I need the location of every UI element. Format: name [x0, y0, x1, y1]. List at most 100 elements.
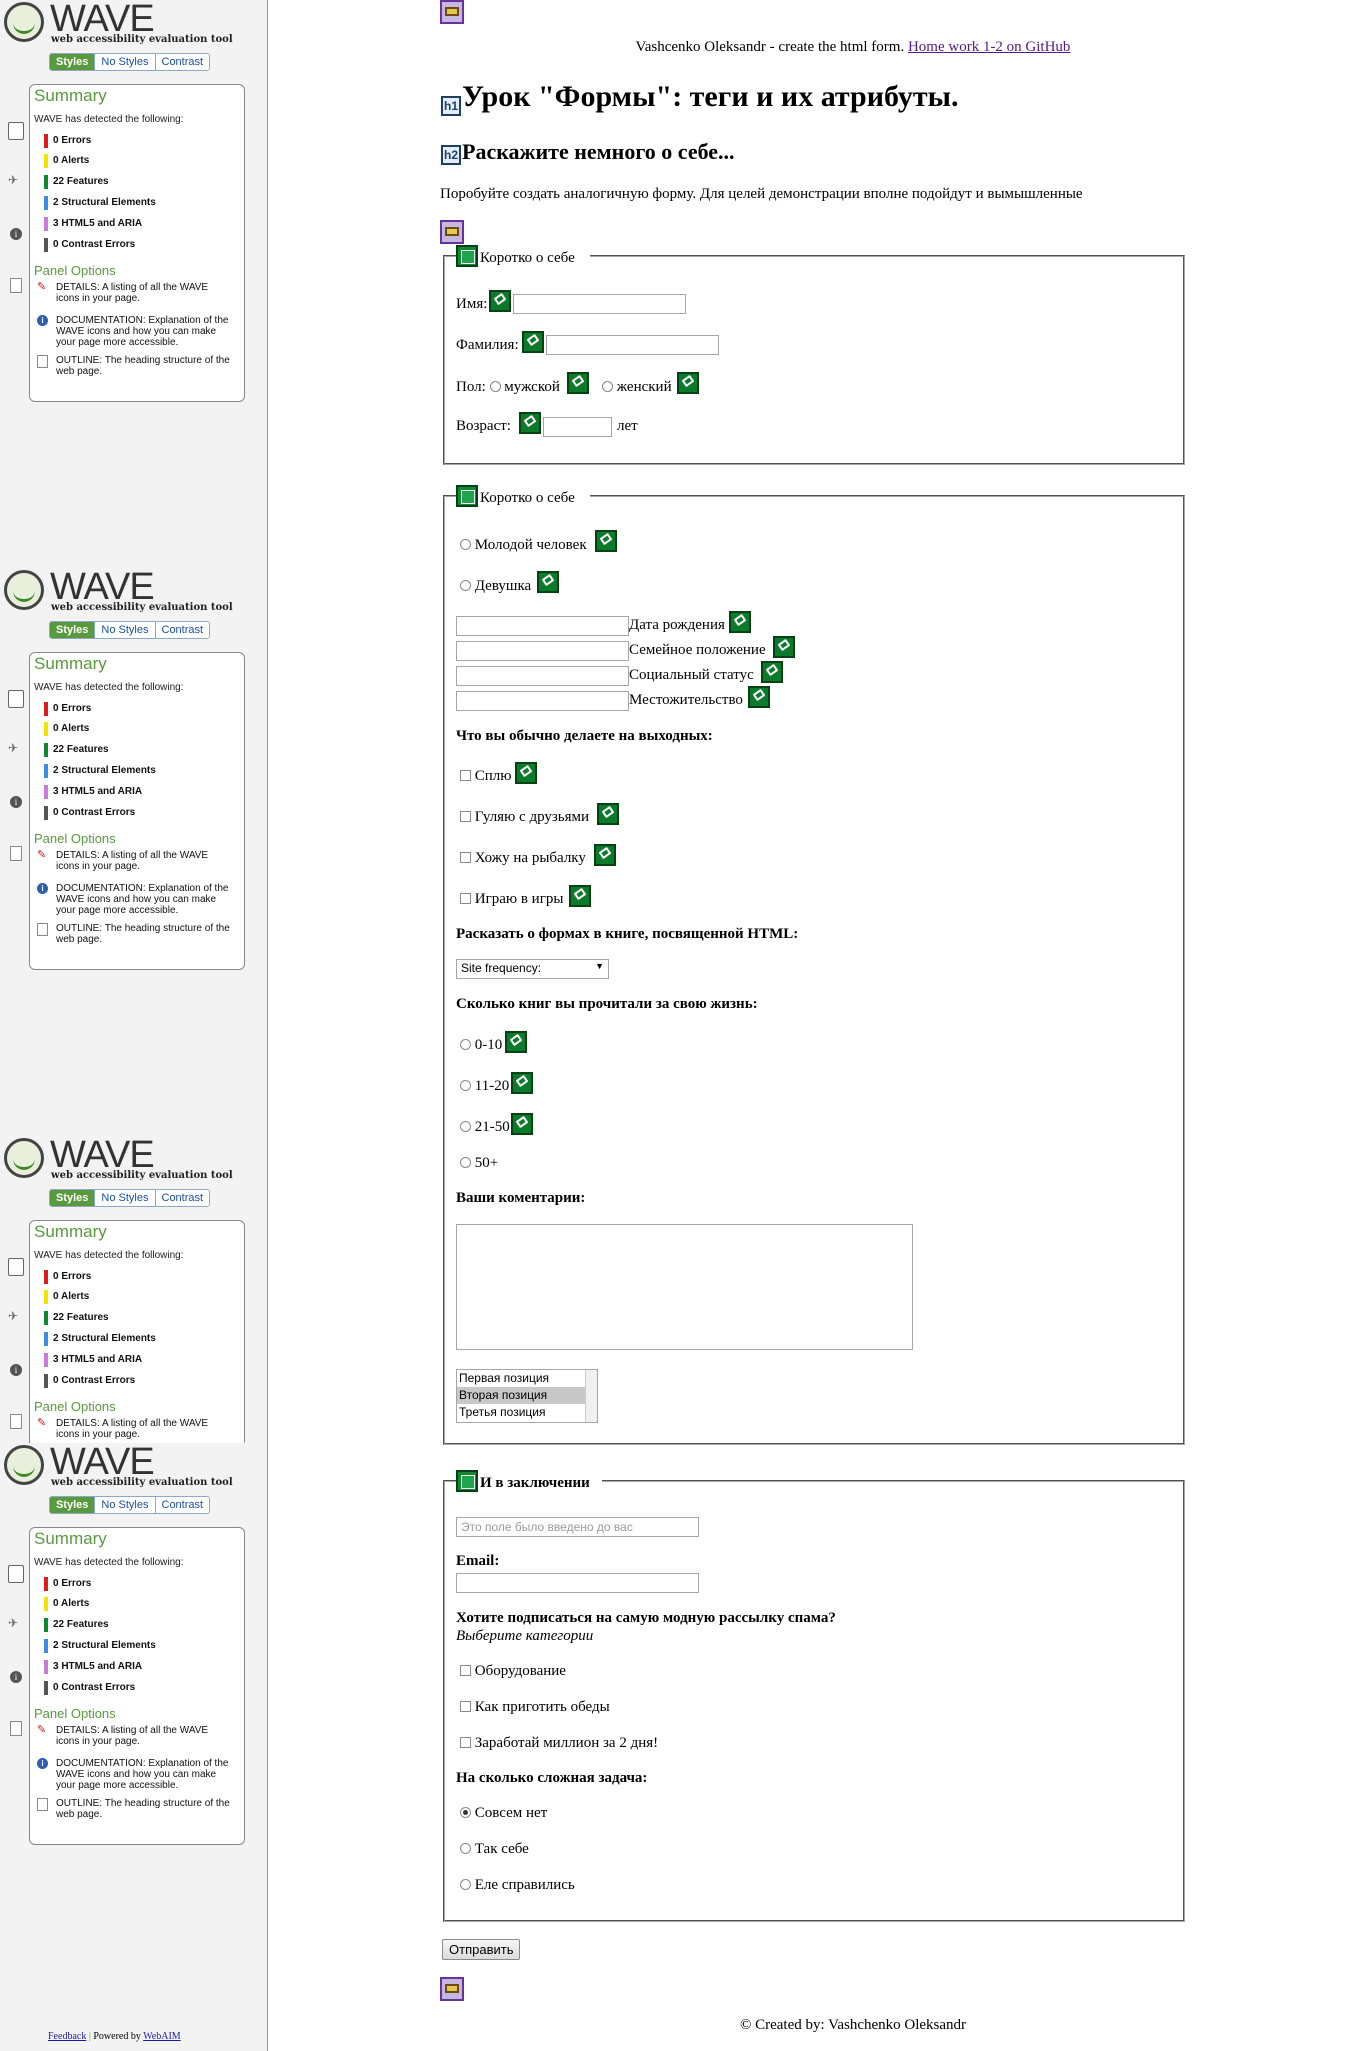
count-item[interactable]: 22 Features: [44, 1618, 109, 1632]
count-item[interactable]: 0 Alerts: [44, 722, 89, 736]
panel-option[interactable]: ✎ DETAILS: A listing of all the WAVE icon…: [34, 1725, 234, 1748]
count-item[interactable]: 0 Contrast Errors: [44, 238, 135, 252]
submit-button[interactable]: Отправить: [442, 1939, 521, 1960]
difficulty-radio[interactable]: [460, 1879, 471, 1890]
scrollbar[interactable]: [585, 1370, 597, 1422]
info-icon[interactable]: i: [10, 796, 22, 808]
count-item[interactable]: 2 Structural Elements: [44, 196, 156, 210]
difficulty-radio[interactable]: [460, 1843, 471, 1854]
male-radio[interactable]: [489, 381, 501, 392]
outline-icon[interactable]: [10, 1414, 22, 1429]
wave-form-icon[interactable]: [440, 220, 464, 244]
label-icon[interactable]: [537, 571, 559, 593]
tab-contrast[interactable]: Contrast: [154, 1190, 210, 1206]
tab-styles[interactable]: Styles: [50, 54, 95, 70]
residence-input[interactable]: [456, 691, 629, 711]
outline-icon[interactable]: [10, 1721, 22, 1736]
webaim-link[interactable]: WebAIM: [143, 2031, 181, 2042]
info-icon[interactable]: i: [10, 1671, 22, 1683]
github-link[interactable]: Home work 1-2 on GitHub: [908, 39, 1070, 55]
count-item[interactable]: 0 Alerts: [44, 154, 89, 168]
count-item[interactable]: 0 Contrast Errors: [44, 1374, 135, 1388]
label-icon[interactable]: [489, 290, 511, 312]
count-item[interactable]: 0 Contrast Errors: [44, 1681, 135, 1695]
tab-styles[interactable]: Styles: [50, 1190, 95, 1206]
count-item[interactable]: 2 Structural Elements: [44, 1332, 156, 1346]
label-icon[interactable]: [519, 412, 541, 434]
outline-icon[interactable]: [10, 278, 22, 293]
comments-textarea[interactable]: [456, 1224, 913, 1350]
panel-option[interactable]: i DOCUMENTATION: Explanation of the WAVE …: [34, 883, 234, 916]
weekend-checkbox[interactable]: [460, 893, 471, 904]
marital-input[interactable]: [456, 641, 629, 661]
panel-option[interactable]: i DOCUMENTATION: Explanation of the WAVE …: [34, 1758, 234, 1791]
books-radio[interactable]: [460, 1080, 471, 1091]
girl-radio[interactable]: [460, 580, 471, 591]
count-item[interactable]: 22 Features: [44, 743, 109, 757]
summary-icon[interactable]: [8, 122, 24, 140]
label-icon[interactable]: [511, 1072, 533, 1094]
summary-icon[interactable]: [8, 1258, 24, 1276]
tab-no-styles[interactable]: No Styles: [94, 1497, 155, 1513]
list-item[interactable]: Первая позиция: [457, 1370, 597, 1387]
count-item[interactable]: 0 Errors: [44, 1270, 91, 1284]
name-input[interactable]: [513, 294, 686, 314]
panel-option[interactable]: ✎ DETAILS: A listing of all the WAVE icon…: [34, 850, 234, 873]
tab-styles[interactable]: Styles: [50, 622, 95, 638]
h2-icon[interactable]: h2: [441, 145, 461, 165]
info-icon[interactable]: i: [10, 228, 22, 240]
flag-icon[interactable]: ✈: [8, 741, 22, 756]
label-icon[interactable]: [729, 611, 751, 633]
h1-icon[interactable]: h1: [441, 96, 461, 116]
summary-icon[interactable]: [8, 690, 24, 708]
surname-input[interactable]: [546, 335, 719, 355]
outline-icon[interactable]: [10, 846, 22, 861]
label-icon[interactable]: [761, 661, 783, 683]
count-item[interactable]: 22 Features: [44, 1311, 109, 1325]
tab-contrast[interactable]: Contrast: [154, 54, 210, 70]
wave-element-icon[interactable]: [440, 0, 464, 24]
list-item[interactable]: Третья позиция: [457, 1404, 597, 1421]
count-item[interactable]: 0 Errors: [44, 702, 91, 716]
panel-option[interactable]: OUTLINE: The heading structure of the we…: [34, 1798, 234, 1820]
label-icon[interactable]: [511, 1113, 533, 1135]
panel-option[interactable]: OUTLINE: The heading structure of the we…: [34, 355, 234, 377]
tab-no-styles[interactable]: No Styles: [94, 622, 155, 638]
flag-icon[interactable]: ✈: [8, 1309, 22, 1324]
frequency-select[interactable]: Site frequency: ▼: [456, 959, 609, 979]
feedback-link[interactable]: Feedback: [48, 2031, 86, 2042]
panel-option[interactable]: i DOCUMENTATION: Explanation of the WAVE …: [34, 315, 234, 348]
label-icon[interactable]: [567, 372, 589, 394]
weekend-checkbox[interactable]: [460, 811, 471, 822]
tab-no-styles[interactable]: No Styles: [94, 54, 155, 70]
female-radio[interactable]: [602, 381, 613, 392]
tab-styles[interactable]: Styles: [50, 1497, 95, 1513]
count-item[interactable]: 2 Structural Elements: [44, 764, 156, 778]
weekend-checkbox[interactable]: [460, 770, 471, 781]
category-checkbox[interactable]: [460, 1665, 471, 1676]
label-icon[interactable]: [569, 885, 591, 907]
count-item[interactable]: 0 Alerts: [44, 1290, 89, 1304]
books-radio[interactable]: [460, 1039, 471, 1050]
panel-option[interactable]: OUTLINE: The heading structure of the we…: [34, 923, 234, 945]
info-icon[interactable]: i: [10, 1364, 22, 1376]
count-item[interactable]: 0 Errors: [44, 1577, 91, 1591]
flag-icon[interactable]: ✈: [8, 173, 22, 188]
label-icon[interactable]: [515, 762, 537, 784]
label-icon[interactable]: [773, 636, 795, 658]
email-input[interactable]: [456, 1573, 699, 1593]
label-icon[interactable]: [677, 372, 699, 394]
young-man-radio[interactable]: [460, 539, 471, 550]
label-icon[interactable]: [505, 1031, 527, 1053]
birthdate-input[interactable]: [456, 616, 629, 636]
social-input[interactable]: [456, 666, 629, 686]
tab-contrast[interactable]: Contrast: [154, 1497, 210, 1513]
wave-element-icon[interactable]: [440, 1977, 464, 2001]
count-item[interactable]: 3 HTML5 and ARIA: [44, 1353, 142, 1367]
panel-option[interactable]: ✎ DETAILS: A listing of all the WAVE icon…: [34, 1418, 234, 1441]
label-icon[interactable]: [594, 844, 616, 866]
list-item[interactable]: Вторая позиция: [457, 1387, 597, 1404]
books-radio[interactable]: [460, 1157, 471, 1168]
count-item[interactable]: 0 Alerts: [44, 1597, 89, 1611]
count-item[interactable]: 2 Structural Elements: [44, 1639, 156, 1653]
